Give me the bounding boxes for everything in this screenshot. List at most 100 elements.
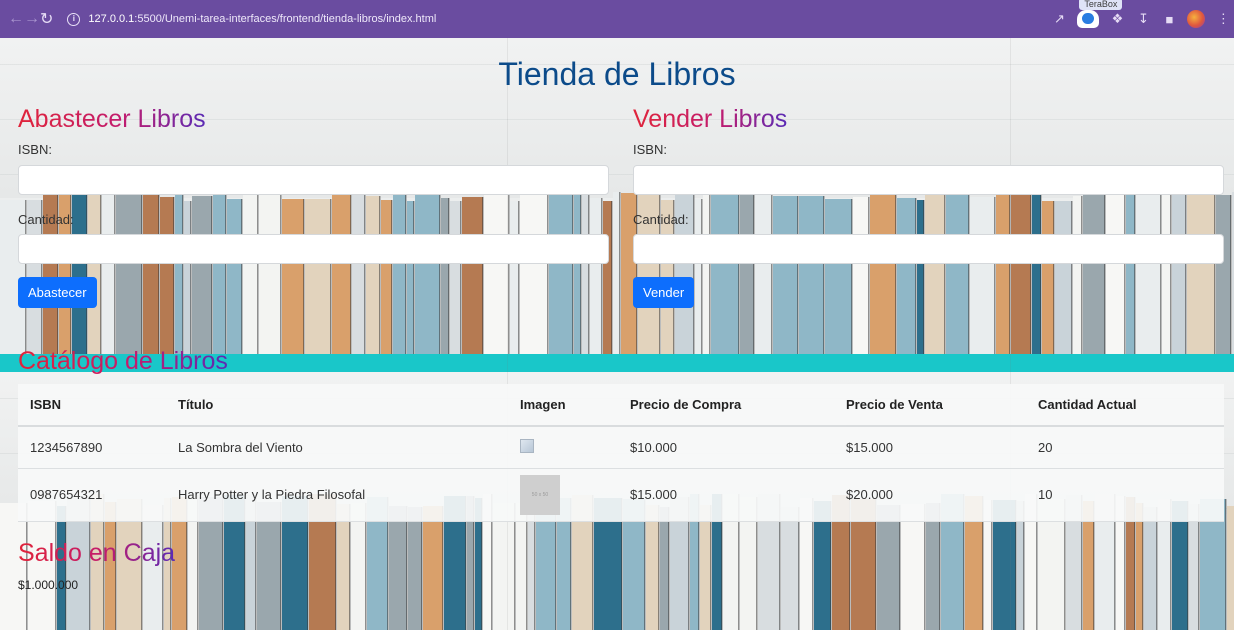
book-edge bbox=[1081, 196, 1083, 354]
book-edge bbox=[944, 192, 946, 354]
book-spine bbox=[160, 197, 174, 354]
book-spine bbox=[441, 198, 449, 354]
abastecer-button[interactable]: Abastecer bbox=[18, 277, 97, 308]
book-edge bbox=[442, 506, 444, 630]
book-edge bbox=[211, 196, 213, 354]
address-bar[interactable]: i 127.0.0.1:5500/Unemi-tarea-interfaces/… bbox=[61, 5, 1051, 33]
book-spine bbox=[901, 504, 925, 630]
book-edge bbox=[738, 195, 740, 354]
book-edge bbox=[968, 194, 970, 354]
book-spine bbox=[332, 195, 351, 354]
book-edge bbox=[280, 189, 282, 354]
book-spine bbox=[1106, 192, 1125, 354]
book-edge bbox=[100, 189, 102, 354]
column-header-isbn: ISBN bbox=[18, 384, 166, 427]
book-spine bbox=[1216, 195, 1231, 354]
book-spine bbox=[1083, 191, 1105, 354]
book-edge bbox=[709, 189, 711, 354]
abastecer-cantidad-input[interactable] bbox=[18, 234, 609, 264]
background-tile-seam bbox=[507, 38, 508, 630]
cell-precio-compra: $15.000 bbox=[618, 468, 834, 522]
book-edge bbox=[1104, 191, 1106, 354]
book-edge bbox=[895, 194, 897, 354]
book-edge bbox=[547, 194, 549, 354]
page-title: Tienda de Libros bbox=[498, 56, 736, 92]
url-host: 127.0.0.1 bbox=[88, 13, 135, 25]
cell-precio-venta: $20.000 bbox=[834, 468, 1026, 522]
book-spine bbox=[853, 197, 869, 354]
book-edge bbox=[413, 201, 415, 354]
side-panel-icon[interactable]: ■ bbox=[1161, 12, 1177, 27]
table-header-row: ISBN Título Imagen Precio de Compra Prec… bbox=[18, 384, 1224, 427]
book-spine bbox=[946, 194, 969, 354]
forward-icon[interactable]: → bbox=[24, 10, 40, 28]
abastecer-isbn-label: ISBN: bbox=[18, 142, 52, 157]
catalogo-title: Catálogo de Libros bbox=[18, 347, 228, 375]
cell-imagen bbox=[508, 426, 618, 469]
book-spine bbox=[243, 190, 258, 354]
book-edge bbox=[994, 197, 996, 354]
book-edge bbox=[1071, 201, 1073, 354]
vender-isbn-input[interactable] bbox=[633, 165, 1224, 195]
book-spine bbox=[870, 194, 896, 354]
book-spine bbox=[825, 199, 852, 354]
terabox-icon[interactable] bbox=[1077, 10, 1100, 28]
book-spine bbox=[516, 503, 527, 630]
column-header-titulo: Título bbox=[166, 384, 508, 427]
book-edge bbox=[851, 199, 853, 354]
book-spine bbox=[897, 198, 916, 354]
reload-icon[interactable]: ↻ bbox=[40, 9, 53, 29]
book-edge bbox=[611, 201, 613, 354]
book-edge bbox=[701, 199, 703, 354]
book-spine bbox=[510, 201, 519, 354]
book-spine bbox=[520, 194, 548, 354]
book-spine bbox=[192, 196, 212, 354]
book-edge bbox=[190, 201, 192, 354]
book-spine bbox=[1136, 195, 1161, 354]
book-edge bbox=[1160, 195, 1162, 354]
column-header-precio-venta: Precio de Venta bbox=[834, 384, 1026, 427]
menu-kebab-icon[interactable]: ⋮ bbox=[1215, 11, 1231, 27]
book-edge bbox=[693, 191, 695, 354]
book-edge bbox=[1198, 504, 1200, 630]
book-edge bbox=[182, 190, 184, 354]
profile-avatar[interactable] bbox=[1187, 10, 1206, 28]
book-edge bbox=[448, 198, 450, 354]
book-edge bbox=[439, 195, 441, 354]
book-spine bbox=[660, 507, 669, 630]
book-spine bbox=[423, 506, 443, 630]
cell-precio-compra: $10.000 bbox=[618, 426, 834, 469]
back-icon[interactable]: ← bbox=[8, 10, 24, 28]
book-spine bbox=[282, 199, 304, 354]
book-spine bbox=[259, 189, 281, 354]
table-row: 0987654321 Harry Potter y la Piedra Filo… bbox=[18, 468, 1224, 522]
cell-cantidad: 20 bbox=[1026, 426, 1224, 469]
share-icon[interactable]: ↗ bbox=[1051, 11, 1067, 27]
abastecer-isbn-input[interactable] bbox=[18, 165, 609, 195]
book-spine bbox=[143, 190, 159, 354]
book-edge bbox=[365, 503, 367, 630]
site-info-icon[interactable]: i bbox=[67, 12, 81, 26]
download-icon[interactable]: ↧ bbox=[1135, 11, 1151, 27]
book-edge bbox=[923, 200, 925, 354]
book-spine bbox=[415, 195, 440, 354]
book-spine bbox=[213, 193, 226, 354]
book-spine bbox=[646, 505, 659, 630]
vender-cantidad-input[interactable] bbox=[633, 234, 1224, 264]
catalog-table: ISBN Título Imagen Precio de Compra Prec… bbox=[18, 384, 1224, 522]
bookshelf-illustration bbox=[0, 188, 1234, 354]
book-spine bbox=[1162, 194, 1171, 354]
book-edge bbox=[658, 505, 660, 630]
book-edge bbox=[797, 196, 799, 354]
book-spine bbox=[352, 192, 365, 354]
extensions-puzzle-icon[interactable]: ❖ bbox=[1109, 11, 1125, 27]
book-spine bbox=[1032, 190, 1041, 354]
book-edge bbox=[526, 503, 528, 630]
book-spine bbox=[1136, 503, 1143, 630]
book-spine bbox=[549, 189, 573, 354]
book-edge bbox=[1185, 194, 1187, 354]
vender-title: Vender Libros bbox=[633, 105, 788, 133]
vender-button[interactable]: Vender bbox=[633, 277, 695, 308]
book-spine bbox=[57, 506, 66, 630]
terabox-tooltip: TeraBox bbox=[1079, 0, 1123, 10]
